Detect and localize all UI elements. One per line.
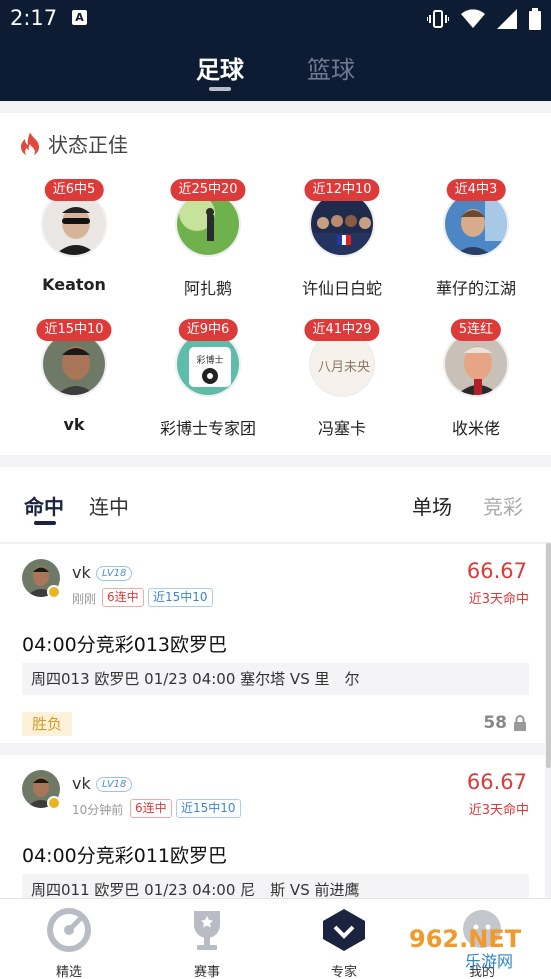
nav-label: 精选 [55,965,82,979]
watermark-subtext: 乐游网 [465,952,513,971]
price-value: 58 [483,713,507,733]
record-badge: 近41中29 [304,319,380,341]
record-badge: 近9中6 [178,319,238,341]
battery-icon [529,8,541,30]
hit-rate: 66.67 [466,770,527,794]
notification-icon: A [72,10,87,25]
expert-card[interactable]: 近9中6 彩博士 彩博士专家团 [148,319,268,449]
nav-matches[interactable]: 赛事 [167,907,247,979]
record-badge: 近4中3 [446,179,506,201]
record-badge: 近12中10 [304,179,380,201]
post-time: 刚刚 [72,592,97,606]
vip-badge-icon [47,585,61,599]
nav-label: 专家 [330,965,357,979]
top-bar: 2:17 A 足球 篮球 [0,0,551,101]
expert-name: 彩博士专家团 [159,419,256,438]
bottom-nav: 精选 赛事 专家 我的 962.NET 乐游网 [0,898,551,979]
wifi-icon [461,9,485,28]
status-bar: 2:17 A [0,0,551,38]
tab-jingcai[interactable]: 竞彩 [483,491,523,520]
avatar-text: 八月未央 [318,360,370,375]
play-type-tag: 胜负 [22,712,73,736]
fire-icon [21,131,39,156]
record-badge: 近25中20 [170,179,246,201]
vibrate-icon [427,10,449,28]
record-badge: 近15中10 [36,319,112,341]
record-tag: 近15中10 [176,799,241,818]
record-badge: 5连红 [450,319,502,341]
prediction-card[interactable]: vk LV18 刚刚 6连中 近15中10 66.67 近3天命中 04:00分… [0,544,545,743]
prediction-title[interactable]: 04:00分竞彩011欧罗巴 [22,841,227,868]
expert-name: 冯塞卡 [317,419,366,438]
tab-basketball[interactable]: 篮球 [307,50,355,85]
record-tag: 近15中10 [148,588,213,607]
expert-name: 许仙日白蛇 [301,279,382,298]
tab-indicator [209,87,231,91]
level-badge: LV18 [96,566,133,581]
prediction-title[interactable]: 04:00分竞彩013欧罗巴 [22,630,227,657]
watermark-text: 962.NET [409,925,522,953]
tab-indicator [34,521,56,525]
expert-name: 收米佬 [451,419,500,438]
prediction-card[interactable]: vk LV18 10分钟前 6连中 近15中10 66.67 近3天命中 04:… [0,755,545,900]
streak-tag: 6连中 [102,588,144,607]
expert-name: 阿扎鹅 [183,279,232,298]
expert-card[interactable]: 近41中29 八月未央 冯塞卡 [282,319,402,449]
price[interactable]: 58 [483,713,527,733]
record-badge: 近6中5 [44,179,104,201]
post-time: 10分钟前 [72,803,124,817]
streak-tag: 6连中 [130,799,172,818]
expert-card[interactable]: 近15中10 vk [14,319,134,449]
avatar-text: 彩博士 [196,354,223,366]
hit-rate: 66.67 [466,559,527,583]
hit-rate-label: 近3天命中 [468,803,529,818]
expert-name: vk [63,415,85,434]
scrollbar[interactable] [546,543,551,768]
nav-label: 赛事 [193,965,220,979]
experts-icon [323,909,365,951]
match-info: 周四011 欧罗巴 01/23 04:00 尼 斯 VS 前进鹰 [22,874,529,900]
tab-hit[interactable]: 命中 [24,491,64,520]
hot-section-header: 状态正佳 [20,129,128,158]
sport-tabs: 足球 篮球 [0,50,551,95]
expert-card[interactable]: 近4中3 華仔的江湖 [416,179,536,309]
signal-icon [497,9,517,29]
nav-experts[interactable]: 专家 [304,907,384,979]
status-icons [427,8,541,30]
hot-experts-section: 状态正佳 近6中5 Keaton 近25中20 阿扎鹅 近12中10 许仙日白蛇… [0,113,551,455]
expert-name: vk [72,774,91,793]
expert-card[interactable]: 近25中20 阿扎鹅 [148,179,268,309]
expert-card[interactable]: 近12中10 许仙日白蛇 [282,179,402,309]
lock-icon [514,715,526,731]
hit-rate-label: 近3天命中 [468,592,529,607]
expert-card[interactable]: 5连红 收米佬 [416,319,536,449]
vip-badge-icon [47,796,61,810]
expert-name: Keaton [42,275,106,294]
watermark-logo: 962.NET 乐游网 [409,925,522,971]
tab-football[interactable]: 足球 [196,50,244,85]
expert-card[interactable]: 近6中5 Keaton [14,179,134,309]
tab-streak[interactable]: 连中 [89,491,129,520]
hot-section-title: 状态正佳 [48,133,128,157]
trophy-icon [194,911,220,950]
level-badge: LV18 [96,777,133,792]
match-info: 周四013 欧罗巴 01/23 04:00 塞尔塔 VS 里 尔 [22,663,529,695]
tab-single[interactable]: 单场 [412,491,452,520]
expert-name: vk [72,563,91,582]
nav-featured[interactable]: 精选 [29,907,109,979]
status-time: 2:17 [10,6,58,30]
expert-name: 華仔的江湖 [435,279,516,298]
list-tabs: 命中 连中 单场 竞彩 [0,467,551,543]
featured-icon [47,908,91,952]
